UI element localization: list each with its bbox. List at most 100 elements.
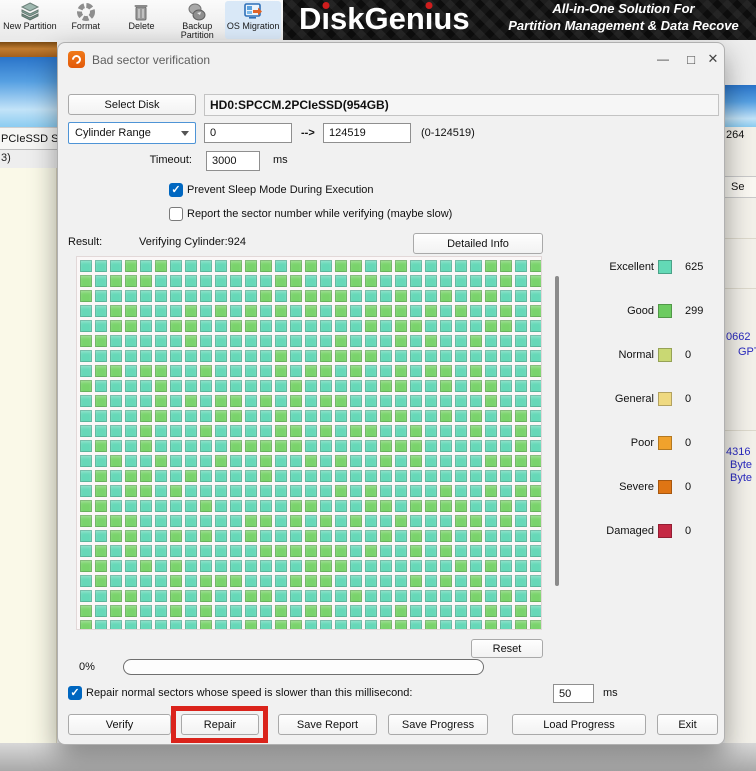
timeout-label: Timeout:: [149, 154, 192, 166]
toolbar-item-format[interactable]: Format: [58, 1, 114, 39]
legend-label: Good: [627, 305, 654, 317]
timeout-input[interactable]: 3000: [206, 151, 260, 171]
progress-percent: 0%: [79, 661, 95, 673]
background-text-fragment: 3): [1, 152, 11, 164]
verify-button[interactable]: Verify: [68, 714, 171, 735]
progress-bar: [123, 659, 484, 675]
bad-sector-verification-dialog: Bad sector verification — □ ✕ Select Dis…: [57, 42, 725, 745]
grid-scrollbar[interactable]: [555, 276, 559, 586]
diskgenius-app-icon: [68, 51, 85, 68]
toolbar-item-new-partition[interactable]: New Partition: [2, 1, 58, 39]
toolbar-item-backup-partition[interactable]: Backup Partition: [169, 1, 225, 40]
damaged-swatch-icon: [658, 524, 672, 538]
prevent-sleep-checkbox[interactable]: [169, 183, 183, 197]
select-disk-button[interactable]: Select Disk: [68, 94, 196, 115]
legend-row-poor: Poor 0: [576, 435, 718, 451]
toolbar-item-label: Backup Partition: [180, 21, 214, 40]
repair-threshold-label: Repair normal sectors whose speed is slo…: [86, 687, 413, 699]
dialog-title: Bad sector verification: [92, 53, 211, 67]
range-from-input[interactable]: 0: [204, 123, 292, 143]
minimize-button[interactable]: —: [652, 49, 674, 69]
legend-count: 299: [685, 305, 704, 317]
good-swatch-icon: [658, 304, 672, 318]
diskgenius-banner: Dı skGenı us All-in-One Solution For Parti…: [283, 0, 756, 40]
background-byte-fragment: Byte: [730, 472, 753, 484]
legend-row-general: General 0: [576, 391, 718, 407]
range-hint: (0-124519): [421, 127, 475, 139]
slogan-line-1: All-in-One Solution For: [552, 1, 695, 16]
legend-label: Damaged: [606, 525, 654, 537]
detailed-info-button[interactable]: Detailed Info: [413, 233, 543, 254]
timeout-unit: ms: [273, 154, 288, 166]
background-row-line: [725, 238, 756, 239]
maximize-button[interactable]: □: [680, 49, 702, 69]
background-bottom-area: [0, 743, 756, 771]
background-size-fragment: 4316: [726, 446, 751, 458]
severe-swatch-icon: [658, 480, 672, 494]
repair-highlight-annotation: [171, 706, 268, 743]
brand-text: Dı skGenı us: [299, 1, 470, 36]
report-sector-checkbox[interactable]: [169, 207, 183, 221]
toolbar-item-label: New Partition: [3, 21, 57, 31]
background-column-header: Se: [725, 176, 756, 198]
chevron-down-icon: [181, 130, 189, 136]
general-swatch-icon: [658, 392, 672, 406]
save-report-button[interactable]: Save Report: [278, 714, 377, 735]
reset-button[interactable]: Reset: [471, 639, 543, 658]
background-guid-fragment: 0662: [726, 331, 751, 343]
toolbar-item-os-migration[interactable]: OS Migration: [225, 1, 281, 39]
report-sector-label: Report the sector number while verifying…: [187, 208, 453, 220]
excellent-swatch-icon: [658, 260, 672, 274]
result-status: Verifying Cylinder:924: [139, 236, 247, 248]
background-row-line: [725, 288, 756, 289]
disk-value-field: HD0:SPCCM.2PCIeSSD(954GB): [204, 94, 719, 116]
banner-slogan: All-in-One Solution For Partition Manage…: [491, 0, 756, 34]
prevent-sleep-label: Prevent Sleep Mode During Execution: [187, 184, 374, 196]
background-gpt-fragment: GPT: [738, 346, 756, 358]
main-toolbar: New Partition Format Delete Backup Parti…: [0, 0, 283, 40]
legend-row-normal: Normal 0: [576, 347, 718, 363]
legend-row-severe: Severe 0: [576, 479, 718, 495]
background-number-fragment: 264: [726, 129, 745, 141]
legend-label: Excellent: [609, 261, 654, 273]
background-byte-fragment: Byte: [730, 459, 753, 471]
new-partition-icon: [19, 2, 41, 22]
range-arrow: -->: [301, 127, 315, 139]
repair-threshold-checkbox[interactable]: [68, 686, 82, 700]
close-button[interactable]: ✕: [702, 49, 724, 69]
legend-label: Poor: [630, 437, 654, 449]
legend-label: Severe: [619, 481, 654, 493]
legend-count: 0: [685, 437, 692, 449]
exit-button[interactable]: Exit: [657, 714, 718, 735]
background-panel-header: [0, 42, 57, 57]
legend-label: General: [614, 393, 654, 405]
toolbar-item-label: Format: [71, 21, 100, 31]
legend-count: 0: [685, 525, 692, 537]
background-disk-graphic-left: [0, 57, 57, 127]
background-right-panel: [725, 127, 756, 744]
range-to-input[interactable]: 124519: [323, 123, 411, 143]
range-mode-value: Cylinder Range: [75, 127, 151, 139]
legend-row-excellent: Excellent 625: [576, 259, 718, 275]
legend-count: 625: [685, 261, 704, 273]
background-disk-name: PCIeSSD S: [0, 127, 57, 150]
slogan-line-2: Partition Management & Data Recove: [508, 18, 739, 33]
normal-swatch-icon: [658, 348, 672, 362]
toolbar-item-label: Delete: [128, 21, 155, 31]
toolbar-item-delete[interactable]: Delete: [114, 1, 170, 39]
poor-swatch-icon: [658, 436, 672, 450]
os-migration-icon: [242, 2, 264, 22]
delete-icon: [130, 2, 152, 22]
legend-row-damaged: Damaged 0: [576, 523, 718, 539]
range-mode-select[interactable]: Cylinder Range: [68, 122, 196, 144]
format-icon: [75, 2, 97, 22]
background-disk-graphic-right: [725, 85, 756, 127]
save-progress-button[interactable]: Save Progress: [388, 714, 488, 735]
dialog-titlebar: Bad sector verification — □ ✕: [58, 43, 724, 75]
repair-threshold-input[interactable]: 50: [553, 684, 594, 703]
load-progress-button[interactable]: Load Progress: [512, 714, 646, 735]
toolbar-item-label: OS Migration: [226, 21, 280, 31]
result-label: Result:: [68, 236, 103, 248]
backup-partition-icon: [186, 2, 208, 22]
sector-grid: [76, 256, 542, 630]
